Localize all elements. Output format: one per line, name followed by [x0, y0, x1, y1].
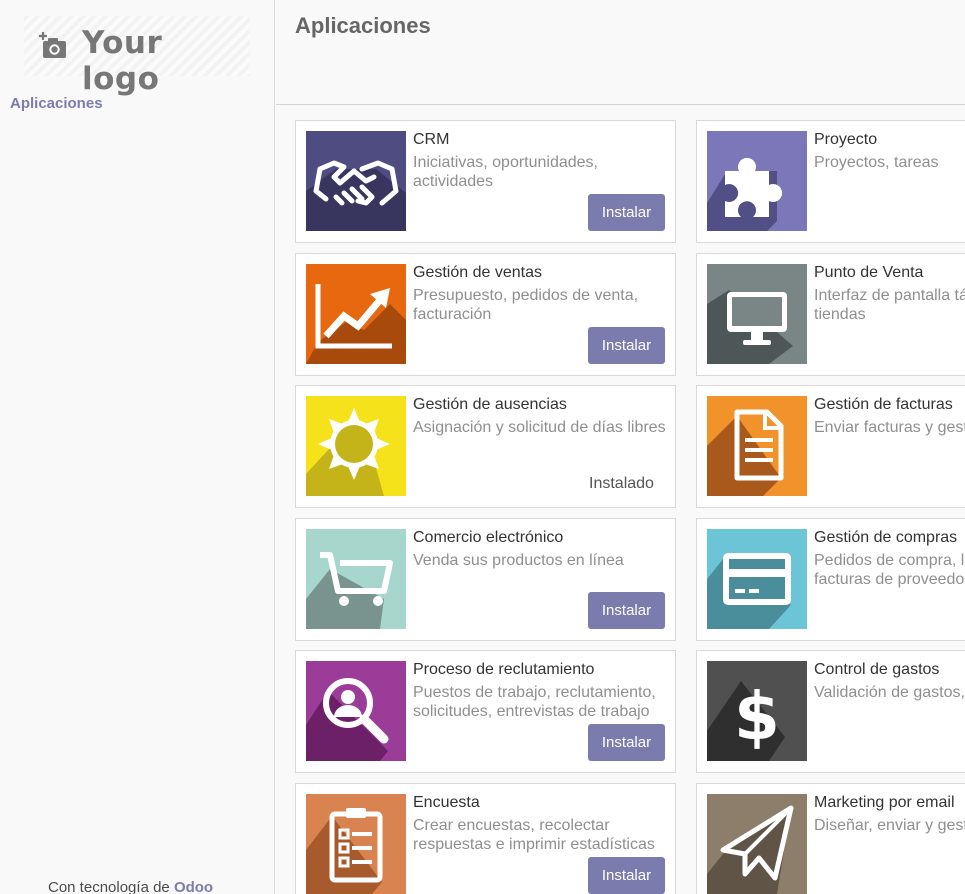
app-card-ausencias[interactable]: Gestión de ausencias Asignación y solici…: [295, 385, 676, 508]
install-button[interactable]: Instalar: [588, 194, 665, 231]
app-name: Control de gastos: [814, 661, 940, 678]
app-summary: Crear encuestas, recolectar respuestas e…: [413, 817, 655, 853]
company-logo[interactable]: Your logo: [24, 16, 250, 97]
document-icon: [707, 396, 807, 496]
app-name: Gestión de compras: [814, 529, 958, 546]
puzzle-icon: [707, 131, 807, 231]
control-panel: Aplicaciones: [276, 0, 965, 105]
app-card-encuesta[interactable]: Encuesta Crear encuestas, recolectar res…: [295, 783, 676, 894]
app-card-email-marketing[interactable]: Marketing por email Diseñar, enviar y ge…: [696, 783, 965, 894]
cart-icon: [306, 529, 406, 629]
install-button[interactable]: Instalar: [588, 327, 665, 364]
app-summary: Asignación y solicitud de días libres: [413, 419, 666, 436]
paper-plane-icon: [707, 794, 807, 894]
app-card-gastos[interactable]: $ Control de gastos Validación de gastos…: [696, 650, 965, 773]
app-name: Gestión de ausencias: [413, 396, 567, 413]
clipboard-icon: [306, 794, 406, 894]
install-button[interactable]: Instalar: [588, 724, 665, 761]
install-button[interactable]: Instalar: [588, 592, 665, 629]
install-button[interactable]: Instalar: [588, 857, 665, 894]
app-summary: Iniciativas, oportunidades, actividades: [413, 154, 598, 190]
app-summary: Enviar facturas y gestionar pagos: [814, 419, 965, 436]
app-name: Proceso de reclutamiento: [413, 661, 595, 678]
monitor-icon: [707, 264, 807, 364]
app-summary: Diseñar, enviar y gestionar correos elec…: [814, 817, 965, 834]
app-summary: Venda sus productos en línea: [413, 552, 624, 569]
odoo-link[interactable]: Odoo: [174, 879, 213, 894]
app-card-crm[interactable]: CRM Iniciativas, oportunidades, activida…: [295, 120, 676, 243]
app-name: CRM: [413, 131, 450, 148]
app-card-ecommerce[interactable]: Comercio electrónico Venda sus productos…: [295, 518, 676, 641]
page-title: Aplicaciones: [295, 13, 431, 38]
app-name: Gestión de ventas: [413, 264, 542, 281]
app-card-punto-de-venta[interactable]: Punto de Venta Interfaz de pantalla táct…: [696, 253, 965, 376]
app-card-proyecto[interactable]: Proyecto Proyectos, tareas: [696, 120, 965, 243]
powered-by-label: Con tecnología de: [48, 879, 174, 894]
app-name: Gestión de facturas: [814, 396, 953, 413]
app-name: Punto de Venta: [814, 264, 924, 281]
app-card-reclutamiento[interactable]: Proceso de reclutamiento Puestos de trab…: [295, 650, 676, 773]
app-summary: Proyectos, tareas: [814, 154, 939, 171]
app-summary: Interfaz de pantalla táctil para tiendas: [814, 287, 965, 323]
app-name: Proyecto: [814, 131, 878, 148]
app-summary: Presupuesto, pedidos de venta, facturaci…: [413, 287, 639, 323]
logo-text: Your logo: [82, 25, 163, 97]
search-person-icon: [306, 661, 406, 761]
app-card-facturas[interactable]: Gestión de facturas Enviar facturas y ge…: [696, 385, 965, 508]
camera-add-icon: [39, 32, 66, 58]
sidebar: Your logo Aplicaciones Con tecnología de…: [0, 0, 275, 894]
app-name: Comercio electrónico: [413, 529, 564, 546]
credit-card-icon: [707, 529, 807, 629]
app-name: Encuesta: [413, 794, 480, 811]
sidebar-item-aplicaciones[interactable]: Aplicaciones: [10, 95, 103, 112]
app-summary: Validación de gastos, reembolsos: [814, 684, 965, 701]
app-summary: Puestos de trabajo, reclutamiento, solic…: [413, 684, 656, 720]
dollar-icon: $: [707, 661, 807, 761]
apps-kanban: CRM Iniciativas, oportunidades, activida…: [276, 106, 965, 894]
app-card-compras[interactable]: Gestión de compras Pedidos de compra, li…: [696, 518, 965, 641]
app-name: Marketing por email: [814, 794, 955, 811]
installed-status: Instalado: [589, 475, 654, 492]
sun-icon: [306, 396, 406, 496]
svg-text:$: $: [734, 678, 780, 755]
handshake-icon: [306, 131, 406, 231]
app-card-ventas[interactable]: Gestión de ventas Presupuesto, pedidos d…: [295, 253, 676, 376]
powered-by: Con tecnología de Odoo: [48, 879, 213, 894]
trend-chart-icon: [306, 264, 406, 364]
app-summary: Pedidos de compra, licitaciones y factur…: [814, 552, 965, 588]
